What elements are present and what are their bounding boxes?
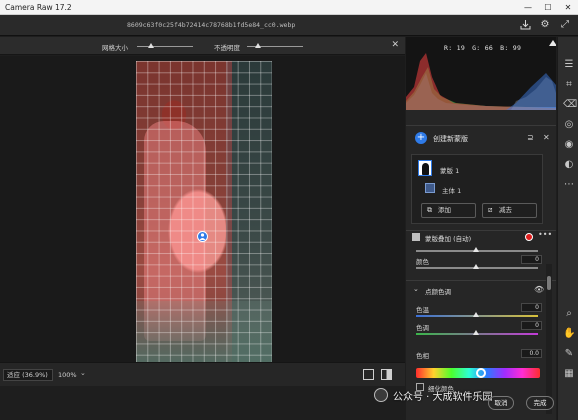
masking-icon[interactable]: ◎ xyxy=(563,119,575,131)
top-slider-knob[interactable] xyxy=(473,247,479,252)
brush-size-label: 网格大小 xyxy=(102,44,128,52)
partial-color-label: 颜色 xyxy=(416,258,429,266)
mask-panel: + 创建新蒙版 ⊇ ✕ 蒙版 1 主体 1 ⧉ 添加 ⧄ 减去 蒙版叠加 (自动) … xyxy=(406,110,556,420)
point-color-header[interactable]: ⌄ 点颜色调 👁 xyxy=(406,285,556,298)
temp-row: 色温 0 xyxy=(406,303,546,318)
brush-size-knob[interactable] xyxy=(148,43,154,48)
add-button-label: 添加 xyxy=(438,206,451,214)
create-mask-button[interactable]: + xyxy=(415,132,427,144)
option-bar: 网格大小 不透明度 ✕ xyxy=(0,37,405,55)
edit-sliders-icon[interactable]: ☰ xyxy=(563,59,575,71)
partial-color-knob[interactable] xyxy=(473,264,479,269)
gear-icon[interactable]: ⚙ xyxy=(539,19,551,31)
green-readout: G: 66 xyxy=(472,44,494,52)
maximize-button[interactable]: ☐ xyxy=(538,0,558,15)
minimize-button[interactable]: — xyxy=(518,0,538,15)
tint-value[interactable]: 0 xyxy=(521,321,542,330)
grid-overlay xyxy=(136,61,272,362)
close-icon[interactable]: ✕ xyxy=(391,40,399,50)
window-title-bar: Camera Raw 17.2 — ☐ ✕ xyxy=(0,0,578,15)
mask-list: 蒙版 1 主体 1 ⧉ 添加 ⧄ 减去 xyxy=(411,154,543,224)
tint-row: 色调 0 xyxy=(406,321,546,336)
single-view-icon[interactable] xyxy=(363,369,374,380)
hue-row: 色相 0.0 xyxy=(406,349,546,364)
opacity-knob[interactable] xyxy=(255,43,261,48)
add-icon: ⧉ xyxy=(427,206,432,214)
hide-overlay-icon[interactable]: ⊇ xyxy=(527,133,534,142)
grid-icon[interactable]: ▦ xyxy=(563,368,575,380)
subtract-icon: ⧄ xyxy=(488,206,493,214)
opacity-label: 不透明度 xyxy=(214,44,240,52)
tint-knob[interactable] xyxy=(473,330,479,335)
hue-spectrum-knob[interactable] xyxy=(476,368,486,378)
file-name: 8609c63f0c25f4b72414c78768b1fd5e84_cc0.w… xyxy=(127,21,296,29)
red-eye-icon[interactable]: ◉ xyxy=(563,139,575,151)
histogram: R: 19 G: 66 B: 99 xyxy=(406,37,556,110)
zoom-fit-button[interactable]: 适应 (36.9%) xyxy=(3,369,53,381)
hue-spectrum-bar[interactable] xyxy=(416,368,540,378)
subject-label[interactable]: 主体 1 xyxy=(442,185,461,195)
crop-icon[interactable]: ⌗ xyxy=(563,79,575,91)
divider xyxy=(406,280,556,281)
highlight-clipping-icon[interactable] xyxy=(549,40,556,46)
eraser-icon[interactable]: ⌫ xyxy=(563,99,577,111)
canvas[interactable] xyxy=(0,56,405,362)
red-readout: R: 19 xyxy=(444,44,466,52)
mask-thumbnail[interactable] xyxy=(418,160,432,176)
color-sampler-icon[interactable]: ✎ xyxy=(563,348,575,360)
mask-name[interactable]: 蒙版 1 xyxy=(440,165,459,175)
overlay-section-header[interactable]: 蒙版叠加 (自动) ••• xyxy=(406,230,556,245)
divider xyxy=(406,230,556,231)
chevron-down-icon[interactable]: ⌄ xyxy=(413,285,419,293)
point-color-title: 点颜色调 xyxy=(425,288,451,296)
create-mask-label: 创建新蒙版 xyxy=(433,135,468,143)
cancel-button[interactable]: 取消 xyxy=(488,396,514,410)
add-button[interactable]: ⧉ 添加 xyxy=(421,203,476,218)
status-bar: 适应 (36.9%) 100% ⌄ xyxy=(0,362,405,386)
watermark-text: 公众号 · 大成软件乐园 xyxy=(393,392,493,403)
temp-knob[interactable] xyxy=(473,312,479,317)
scroll-thumb[interactable] xyxy=(547,276,551,290)
download-icon[interactable] xyxy=(519,19,531,31)
mask-header: + 创建新蒙版 ⊇ ✕ xyxy=(406,132,556,146)
person-pin-icon[interactable] xyxy=(197,231,208,242)
done-button[interactable]: 完成 xyxy=(526,396,554,410)
zoom-100-button[interactable]: 100% xyxy=(58,371,77,379)
photo[interactable] xyxy=(136,61,272,362)
divider xyxy=(406,125,556,126)
overlay-color-swatch[interactable] xyxy=(525,233,533,241)
subtract-button-label: 减去 xyxy=(499,206,512,214)
more-icon[interactable]: ⋯ xyxy=(563,179,575,191)
person-icon xyxy=(425,183,435,193)
brush-size-slider[interactable] xyxy=(137,43,193,48)
temp-value[interactable]: 0 xyxy=(521,303,542,312)
app-header: 8609c63f0c25f4b72414c78768b1fd5e84_cc0.w… xyxy=(0,15,578,36)
more-options-icon[interactable]: ••• xyxy=(538,230,552,239)
presets-icon[interactable]: ◐ xyxy=(563,159,575,171)
temp-label: 色温 xyxy=(416,306,429,314)
hue-value[interactable]: 0.0 xyxy=(521,349,542,358)
compare-view-icon[interactable] xyxy=(381,369,392,380)
partial-color-row: 颜色 0 xyxy=(406,255,546,270)
collapse-icon[interactable]: ✕ xyxy=(543,133,550,142)
hand-icon[interactable]: ✋ xyxy=(563,328,575,340)
tool-strip: ☰ ⌗ ⌫ ◎ ◉ ◐ ⋯ ⌕ ✋ ✎ ▦ xyxy=(557,37,578,420)
subtract-button[interactable]: ⧄ 减去 xyxy=(482,203,537,218)
tint-label: 色调 xyxy=(416,324,429,332)
hue-label: 色相 xyxy=(416,352,429,360)
overlay-section-title: 蒙版叠加 (自动) xyxy=(425,235,472,243)
partial-color-value[interactable]: 0 xyxy=(521,255,542,264)
zoom-dropdown-icon[interactable]: ⌄ xyxy=(80,369,86,377)
blue-readout: B: 99 xyxy=(500,44,522,52)
window-title: Camera Raw 17.2 xyxy=(5,3,72,12)
close-window-button[interactable]: ✕ xyxy=(558,0,578,15)
wechat-icon xyxy=(374,388,388,402)
visibility-eye-icon[interactable]: 👁 xyxy=(534,285,544,294)
opacity-slider[interactable] xyxy=(247,43,303,48)
rgb-readout: R: 19 G: 66 B: 99 xyxy=(444,44,528,52)
expand-icon[interactable]: ⤢ xyxy=(559,19,571,31)
zoom-icon[interactable]: ⌕ xyxy=(563,308,575,320)
overlay-checkbox[interactable] xyxy=(412,233,420,241)
